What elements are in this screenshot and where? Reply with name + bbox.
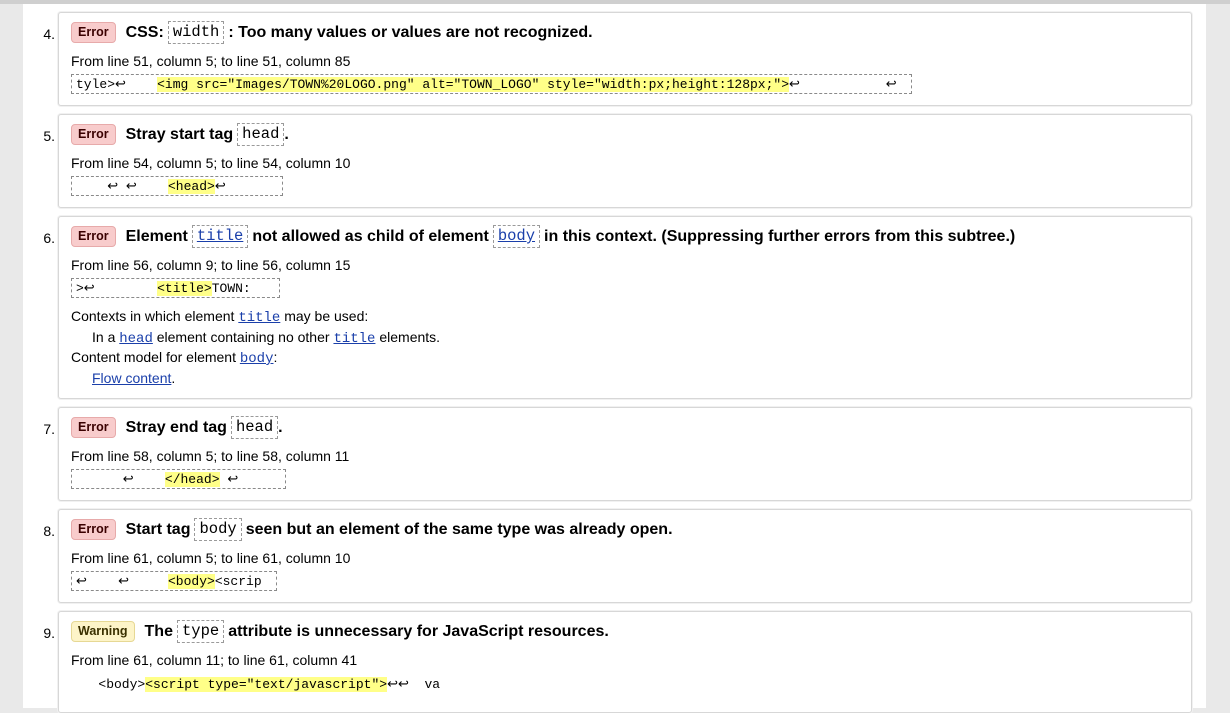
extract-before: >↩ [76, 281, 158, 296]
message-text: . [278, 418, 283, 436]
extract-after: ↩ ↩ [789, 77, 897, 92]
extract-highlight: <body> [168, 574, 215, 589]
message-heading: Error Element title not allowed as child… [71, 225, 1015, 248]
extract-before: tyle>↩ [76, 77, 158, 92]
message-text: Start tag [125, 520, 191, 538]
extract-highlight: <title> [157, 281, 212, 296]
source-extract: ↩ </head> ↩ [71, 469, 286, 489]
element-link[interactable]: body [240, 351, 274, 367]
context-text: In a [92, 329, 116, 345]
context-text: . [171, 370, 176, 386]
validator-results: 4. Error CSS: width : Too many values or… [23, 4, 1206, 713]
message-text: The [144, 622, 173, 640]
extract-after: ↩↩ va [387, 677, 441, 692]
code-token: head [237, 123, 285, 146]
code-token: type [176, 620, 225, 643]
message-number: 9. [43, 625, 55, 641]
error-badge: Error [71, 417, 116, 438]
source-location: From line 51, column 5; to line 51, colu… [71, 53, 351, 69]
context-text: element containing no other [156, 329, 330, 345]
message-text: Stray start tag [125, 125, 234, 143]
message-item: Error Stray end tag head . From line 58,… [58, 407, 1192, 501]
code-token: head [230, 416, 279, 439]
extract-before: <body> [75, 677, 146, 692]
warning-badge: Warning [71, 621, 135, 642]
source-extract: ↩ ↩ <head>↩ [71, 176, 283, 196]
source-location: From line 58, column 5; to line 58, colu… [71, 448, 350, 464]
error-badge: Error [71, 124, 116, 145]
message-number: 4. [43, 26, 55, 42]
error-badge: Error [71, 226, 116, 247]
source-location: From line 54, column 5; to line 54, colu… [71, 155, 351, 171]
extract-highlight: <head> [168, 179, 215, 194]
context-line: Contexts in which element title may be u… [71, 308, 368, 326]
extract-before: ↩ ↩ [76, 574, 168, 589]
source-extract: >↩ <title>TOWN: [71, 278, 280, 298]
element-link[interactable]: title [333, 331, 375, 347]
message-item: Error Start tag body seen but an element… [58, 509, 1192, 603]
element-link[interactable]: title [238, 310, 280, 326]
source-location: From line 61, column 5; to line 61, colu… [71, 550, 351, 566]
extract-before: ↩ ↩ [76, 179, 168, 194]
extract-after: TOWN: [211, 281, 251, 296]
source-location: From line 61, column 11; to line 61, col… [71, 652, 358, 668]
extract-after: ↩ [214, 179, 226, 194]
source-extract: ↩ ↩ <body><scrip [71, 571, 277, 591]
context-text: Contexts in which element [71, 308, 235, 324]
extract-after: <scrip [214, 574, 262, 589]
message-text: Stray end tag [125, 418, 227, 436]
message-text: : Too many values or values are not reco… [228, 23, 593, 41]
context-text: Content model for element [71, 349, 236, 365]
message-number: 6. [43, 230, 55, 246]
error-badge: Error [71, 22, 116, 43]
message-text: seen but an element of the same type was… [245, 520, 673, 538]
source-extract: tyle>↩ <img src="Images/TOWN%20LOGO.png"… [71, 74, 912, 94]
context-text: : [273, 349, 278, 365]
message-heading: Error Start tag body seen but an element… [71, 518, 673, 541]
extract-highlight: <img src="Images/TOWN%20LOGO.png" alt="T… [157, 77, 790, 92]
message-heading: Error CSS: width : Too many values or va… [71, 21, 593, 44]
source-location: From line 56, column 9; to line 56, colu… [71, 257, 351, 273]
message-number: 8. [43, 523, 55, 539]
message-heading: Warning The type attribute is unnecessar… [71, 620, 609, 643]
code-token: body [194, 518, 242, 541]
message-text: CSS: [125, 23, 164, 41]
error-badge: Error [71, 519, 116, 540]
extract-highlight: <script type="text/javascript"> [145, 677, 388, 692]
message-text: in this context. (Suppressing further er… [544, 227, 1016, 245]
message-number: 7. [43, 421, 55, 437]
context-line: Flow content. [92, 370, 175, 386]
context-line: In a head element containing no other ti… [92, 329, 440, 347]
source-extract: <body><script type="text/javascript">↩↩ … [71, 675, 491, 695]
message-text: Element [125, 227, 188, 245]
message-text: attribute is unnecessary for JavaScript … [228, 622, 609, 640]
message-item: Error Element title not allowed as child… [58, 216, 1192, 399]
extract-before: ↩ [76, 472, 165, 487]
extract-highlight: </head> [164, 472, 220, 487]
extract-after: ↩ [219, 472, 239, 487]
flow-content-link[interactable]: Flow content [92, 370, 171, 386]
code-token: width [167, 21, 225, 44]
context-text: elements. [379, 329, 441, 345]
context-text: may be used: [284, 308, 369, 324]
message-heading: Error Stray start tag head . [71, 123, 289, 146]
message-item: Error CSS: width : Too many values or va… [58, 12, 1192, 106]
message-item: Error Stray start tag head . From line 5… [58, 114, 1192, 208]
element-link[interactable]: head [119, 331, 153, 347]
context-line: Content model for element body: [71, 349, 277, 367]
message-text: not allowed as child of element [252, 227, 489, 245]
code-link[interactable]: body [492, 225, 541, 248]
message-item: Warning The type attribute is unnecessar… [58, 611, 1192, 713]
message-number: 5. [43, 128, 55, 144]
message-heading: Error Stray end tag head . [71, 416, 283, 439]
message-text: . [284, 125, 289, 143]
code-link[interactable]: title [191, 225, 249, 248]
